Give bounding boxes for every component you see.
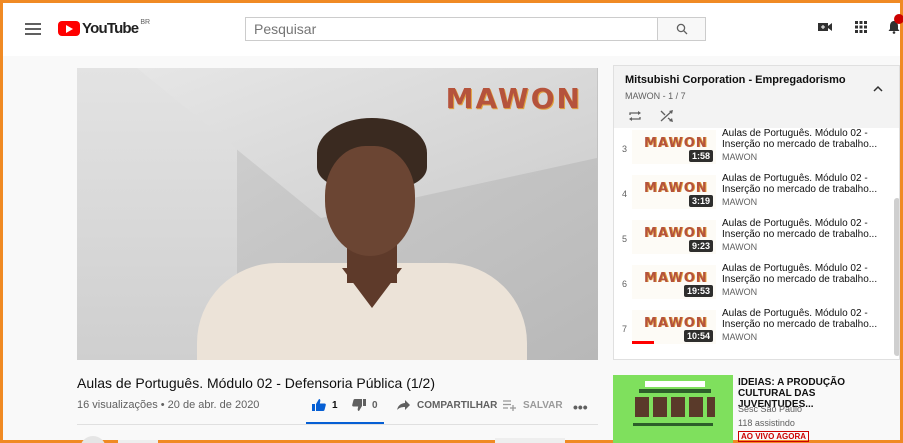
thumbnail-logo: MAWON: [644, 226, 708, 241]
playlist-item-index: 7: [622, 324, 628, 334]
hamburger-menu-icon[interactable]: [25, 23, 41, 35]
watch-progress-bar: [632, 341, 654, 344]
playlist-item[interactable]: 3 MAWON 1:58 Aulas de Português. Módulo …: [614, 128, 894, 172]
share-button[interactable]: COMPARTILHAR: [397, 399, 497, 411]
recommended-video-channel[interactable]: Sesc São Paulo: [738, 404, 802, 414]
playlist-subtitle: MAWON - 1 / 7: [625, 91, 686, 101]
thumbnail-logo: MAWON: [644, 136, 708, 151]
playlist-item-channel: MAWON: [722, 197, 758, 207]
save-button[interactable]: SALVAR: [503, 399, 563, 411]
apps-grid-icon[interactable]: [853, 20, 869, 34]
chevron-up-icon[interactable]: [872, 84, 884, 94]
playlist-item-thumbnail[interactable]: MAWON 3:19: [632, 175, 716, 209]
playlist-item[interactable]: 7 MAWON 10:54 Aulas de Português. Módulo…: [614, 308, 894, 352]
logo-text: YouTube: [82, 20, 139, 37]
playlist-item-channel: MAWON: [722, 287, 758, 297]
playlist-item-title[interactable]: Aulas de Português. Módulo 02 - Inserção…: [722, 128, 892, 150]
video-watermark: MAWON: [445, 82, 582, 115]
divider: [77, 424, 598, 425]
duration-badge: 10:54: [683, 330, 713, 342]
playlist-item-index: 6: [622, 279, 628, 289]
video-meta: 16 visualizações • 20 de abr. de 2020: [77, 399, 260, 411]
playlist-scrollbar[interactable]: [894, 198, 899, 356]
play-logo-icon: [58, 21, 80, 36]
recommended-video-viewers: 118 assistindo: [738, 418, 795, 428]
channel-avatar[interactable]: [80, 436, 106, 443]
playlist-item[interactable]: 5 MAWON 9:23 Aulas de Português. Módulo …: [614, 218, 894, 262]
notification-badge: [894, 14, 903, 24]
duration-badge: 3:19: [688, 195, 713, 207]
playlist-item-index: 4: [622, 189, 628, 199]
search-button[interactable]: [658, 17, 706, 41]
more-actions-button[interactable]: •••: [573, 399, 588, 415]
share-arrow-icon: [397, 400, 410, 410]
dislike-count: 0: [372, 399, 378, 411]
add-to-playlist-icon: [503, 400, 516, 411]
presenter-face: [325, 146, 415, 256]
playlist-item-thumbnail[interactable]: MAWON 10:54: [632, 310, 716, 344]
playlist-item-thumbnail[interactable]: MAWON 9:23: [632, 220, 716, 254]
playlist-item-title[interactable]: Aulas de Português. Módulo 02 - Inserção…: [722, 308, 892, 330]
playlist-item-title[interactable]: Aulas de Português. Módulo 02 - Inserção…: [722, 173, 892, 195]
playlist-panel: Mitsubishi Corporation - Empregadorismo …: [613, 65, 900, 360]
duration-badge: 19:53: [683, 285, 713, 297]
thumbs-up-icon: [312, 399, 326, 411]
like-button[interactable]: 1: [312, 399, 338, 411]
search-icon: [676, 23, 687, 35]
duration-badge: 1:58: [688, 150, 713, 162]
playlist-item-channel: MAWON: [722, 152, 758, 162]
playlist-header: Mitsubishi Corporation - Empregadorismo …: [614, 66, 899, 128]
dislike-button[interactable]: 0: [352, 399, 378, 411]
playlist-item-thumbnail[interactable]: MAWON 19:53: [632, 265, 716, 299]
playlist-item-index: 5: [622, 234, 628, 244]
video-player[interactable]: MAWON: [77, 68, 598, 360]
playlist-item-title[interactable]: Aulas de Português. Módulo 02 - Inserção…: [722, 263, 892, 285]
search-input[interactable]: [245, 17, 658, 41]
subscribe-button[interactable]: [495, 438, 565, 443]
shuffle-icon[interactable]: [660, 110, 674, 122]
playlist-item-channel: MAWON: [722, 242, 758, 252]
video-title: Aulas de Português. Módulo 02 - Defensor…: [77, 375, 435, 391]
playlist-item[interactable]: 4 MAWON 3:19 Aulas de Português. Módulo …: [614, 173, 894, 217]
live-badge: AO VIVO AGORA: [738, 431, 810, 442]
playlist-item-thumbnail[interactable]: MAWON 1:58: [632, 130, 716, 164]
playlist-item-title[interactable]: Aulas de Português. Módulo 02 - Inserção…: [722, 218, 892, 240]
loop-icon[interactable]: [628, 110, 642, 122]
playlist-item-index: 3: [622, 144, 628, 154]
like-count: 1: [332, 399, 338, 411]
logo-country: BR: [140, 19, 151, 26]
recommended-video-thumbnail[interactable]: [613, 375, 733, 443]
thumbnail-logo: MAWON: [644, 316, 708, 331]
duration-badge: 9:23: [688, 240, 713, 252]
thumbs-down-icon: [352, 399, 366, 411]
save-label: SALVAR: [523, 399, 563, 411]
playlist-item-channel: MAWON: [722, 332, 758, 342]
playlist-title[interactable]: Mitsubishi Corporation - Empregadorismo: [625, 74, 846, 86]
thumbnail-logo: MAWON: [644, 271, 708, 286]
thumbnail-logo: MAWON: [644, 181, 708, 196]
playlist-item[interactable]: 6 MAWON 19:53 Aulas de Português. Módulo…: [614, 263, 894, 307]
frame-left: [0, 0, 3, 443]
create-video-icon[interactable]: [817, 20, 833, 34]
youtube-logo[interactable]: YouTube BR: [58, 19, 151, 37]
share-label: COMPARTILHAR: [417, 399, 498, 411]
